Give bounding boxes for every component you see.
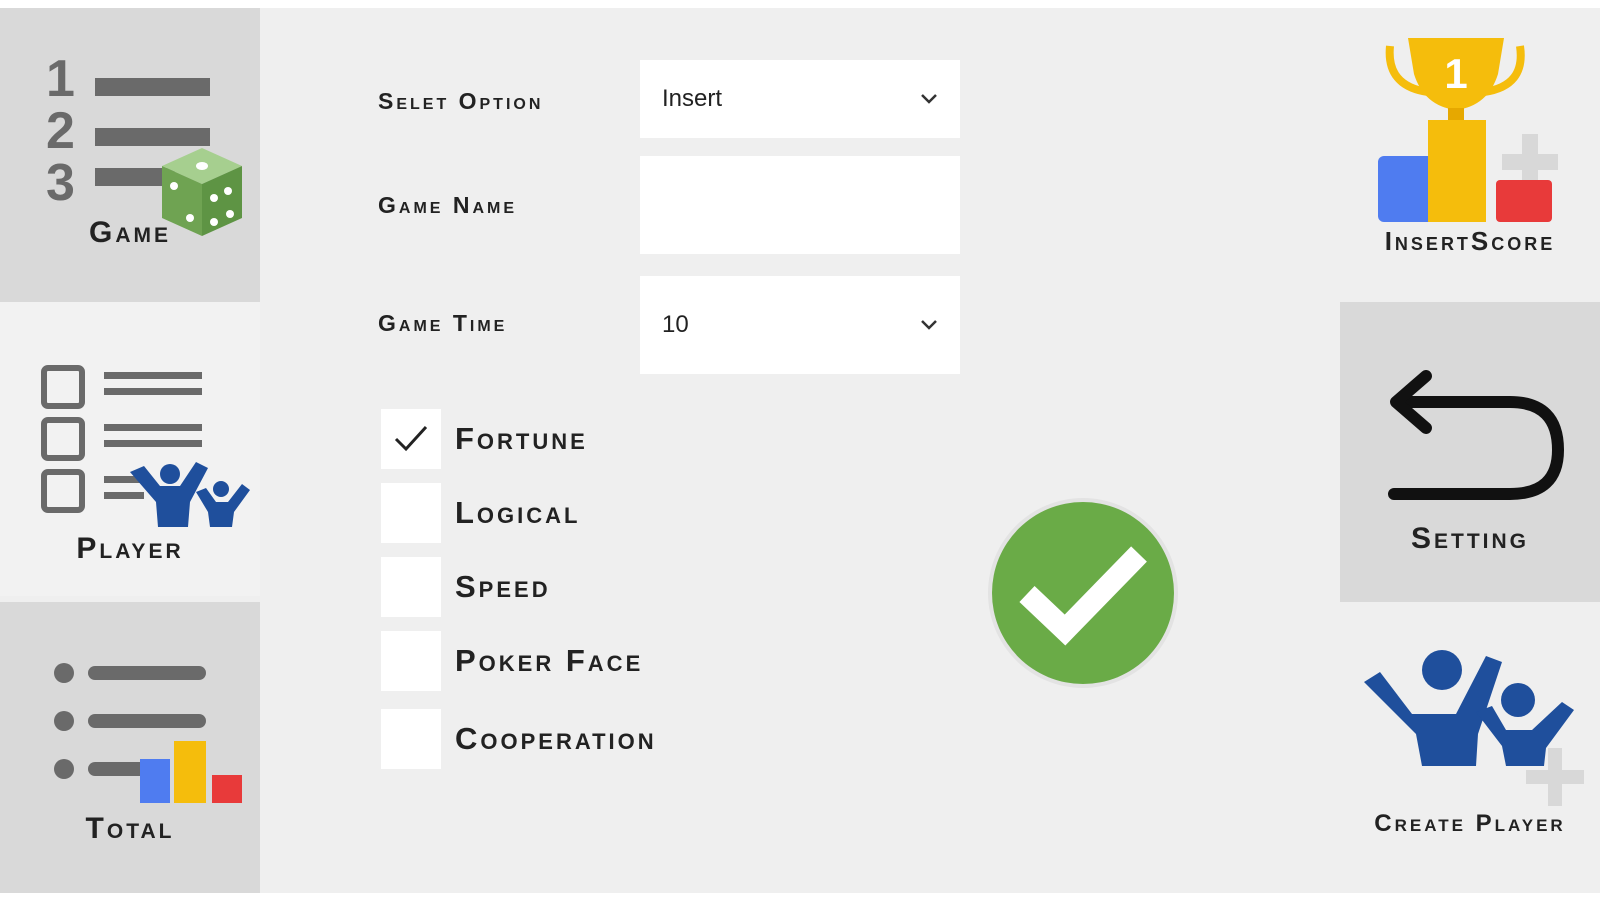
total-chart-icon <box>54 663 242 803</box>
nav-player[interactable]: Player <box>0 302 260 596</box>
add-player-icon <box>1364 650 1584 806</box>
nav-total[interactable]: Total <box>0 602 260 893</box>
nav-insert-score[interactable]: 1 InsertScore <box>1340 8 1600 302</box>
category-poker-face-checkbox[interactable]: Poker Face <box>381 631 643 691</box>
svg-text:1: 1 <box>1444 50 1467 97</box>
check-icon <box>1019 546 1147 646</box>
game-name-input[interactable] <box>640 156 960 254</box>
chevron-down-icon <box>921 320 937 330</box>
nav-setting[interactable]: Setting <box>1340 302 1600 602</box>
checkbox-box[interactable] <box>381 557 441 617</box>
nav-game-label: Game <box>88 216 171 249</box>
player-list-icon <box>41 365 250 527</box>
game-time-label: Game Time <box>378 310 508 336</box>
category-speed-checkbox[interactable]: Speed <box>381 557 551 617</box>
svg-text:3: 3 <box>46 154 75 212</box>
nav-setting-label: Setting <box>1410 522 1529 555</box>
game-list-dice-icon: 1 2 3 <box>46 50 242 236</box>
game-name-label: Game Name <box>378 192 517 218</box>
nav-create-player[interactable]: Create Player <box>1340 602 1600 893</box>
category-label: Cooperation <box>455 721 657 756</box>
game-time-dropdown[interactable]: 10 <box>640 276 960 374</box>
category-logical-checkbox[interactable]: Logical <box>381 483 581 543</box>
svg-text:1: 1 <box>46 50 75 108</box>
select-option-label: Selet Option <box>378 88 544 114</box>
back-arrow-icon <box>1388 370 1565 500</box>
nav-player-label: Player <box>76 532 184 565</box>
checkbox-box[interactable] <box>381 483 441 543</box>
category-label: Speed <box>455 569 551 604</box>
chevron-down-icon <box>921 94 937 104</box>
select-option-dropdown[interactable]: Insert <box>640 60 960 138</box>
game-time-value: 10 <box>662 311 689 338</box>
category-label: Logical <box>455 495 581 530</box>
nav-game[interactable]: 1 2 3 Game <box>0 8 260 302</box>
category-label: Poker Face <box>455 643 644 678</box>
category-cooperation-checkbox[interactable]: Cooperation <box>381 709 657 769</box>
checkbox-box[interactable] <box>381 709 441 769</box>
nav-insert-score-label: InsertScore <box>1384 226 1556 256</box>
confirm-button-face <box>992 502 1174 684</box>
select-option-value: Insert <box>662 85 723 112</box>
checkbox-box[interactable] <box>381 631 441 691</box>
checkbox-box[interactable] <box>381 409 441 469</box>
app-window: 1 2 3 Game Player Total Selet Option Ins… <box>0 8 1600 893</box>
category-fortune-checkbox[interactable]: Fortune <box>381 409 588 469</box>
category-label: Fortune <box>455 421 588 456</box>
confirm-button[interactable] <box>988 498 1178 688</box>
trophy-icon: 1 <box>1378 38 1558 222</box>
nav-total-label: Total <box>85 812 175 845</box>
svg-text:2: 2 <box>46 102 75 160</box>
checkmark-icon <box>394 425 428 452</box>
nav-create-player-label: Create Player <box>1374 810 1566 837</box>
